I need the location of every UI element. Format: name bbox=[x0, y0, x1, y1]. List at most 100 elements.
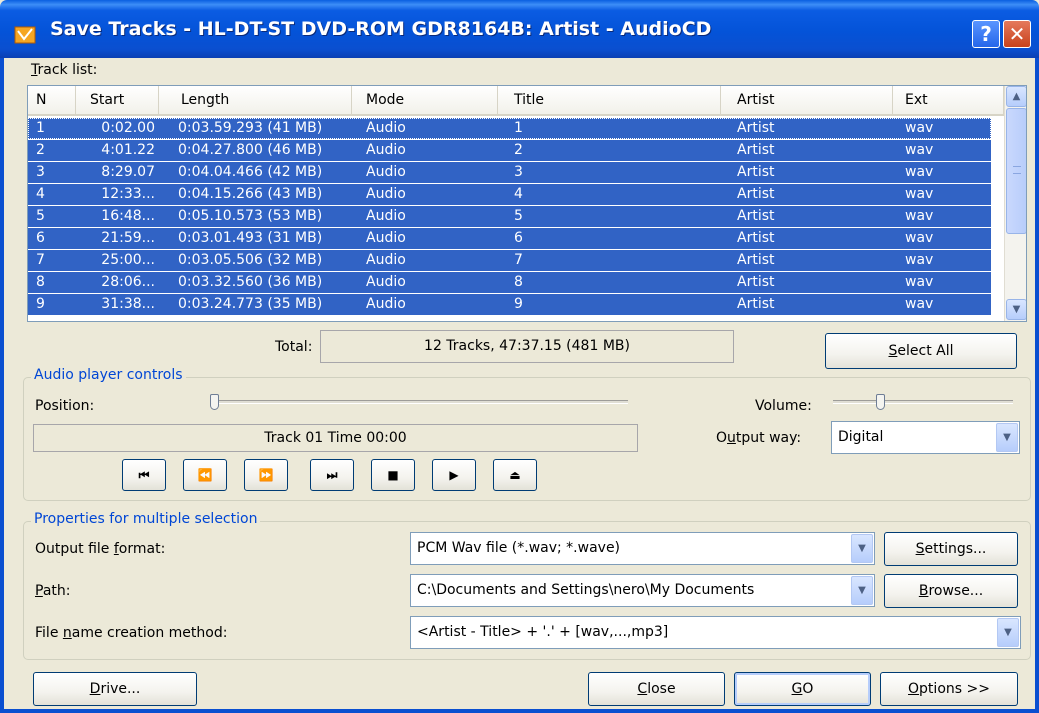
options-mnemonic: O bbox=[908, 681, 920, 697]
track-cell-start: 8:29.07 bbox=[101, 164, 155, 180]
output-way-label-a: O bbox=[716, 430, 728, 446]
path-value: C:\Documents and Settings\nero\My Docume… bbox=[417, 582, 755, 598]
track-cell-n: 5 bbox=[36, 208, 45, 224]
chevron-down-icon[interactable]: ▼ bbox=[996, 423, 1018, 452]
column-header-artist[interactable]: Artist bbox=[721, 86, 893, 114]
track-row[interactable]: 2 4:01.22 0:04.27.800 (46 MB) Audio 2 Artist w… bbox=[28, 140, 991, 161]
play-button[interactable]: ▶ bbox=[432, 459, 476, 491]
position-slider-thumb[interactable] bbox=[210, 394, 219, 410]
next-track-icon: ⏭ bbox=[326, 468, 338, 482]
volume-slider-track[interactable] bbox=[833, 400, 1013, 404]
column-header-title[interactable]: Title bbox=[498, 86, 721, 114]
settings-button[interactable]: Settings... bbox=[884, 532, 1018, 566]
track-row[interactable]: 9 31:38... 0:03.24.773 (35 MB) Audio 9 Artist… bbox=[28, 294, 991, 315]
column-header-length[interactable]: Length bbox=[159, 86, 352, 114]
track-list[interactable]: N Start Length Mode Title Artist Ext 1 0:… bbox=[27, 85, 1027, 322]
track-cell-ext: wav bbox=[905, 208, 934, 224]
track-cell-artist: Artist bbox=[737, 230, 775, 246]
track-cell-n: 7 bbox=[36, 252, 45, 268]
track-cell-title: 7 bbox=[514, 252, 523, 268]
play-icon: ▶ bbox=[449, 468, 459, 482]
close-label: lose bbox=[647, 681, 676, 697]
track-row[interactable]: 7 25:00... 0:03.05.506 (32 MB) Audio 7 Artist… bbox=[28, 250, 991, 271]
track-cell-length: 0:04.15.266 (43 MB) bbox=[178, 186, 323, 202]
filename-method-label-b: ame creation method: bbox=[71, 625, 228, 641]
track-list-scrollbar[interactable]: ▲ ▼ bbox=[1004, 86, 1026, 321]
track-cell-title: 2 bbox=[514, 142, 523, 158]
prev-track-button[interactable]: ⏮ bbox=[122, 459, 166, 491]
filename-method-select[interactable]: <Artist - Title> + '.' + [wav,...,mp3] ▼ bbox=[410, 616, 1021, 649]
track-cell-start: 28:06... bbox=[101, 274, 155, 290]
track-list-label-text: rack list: bbox=[37, 62, 98, 78]
audio-player-group-title: Audio player controls bbox=[31, 367, 186, 383]
track-cell-ext: wav bbox=[905, 164, 934, 180]
path-select[interactable]: C:\Documents and Settings\nero\My Docume… bbox=[410, 574, 875, 607]
track-cell-n: 2 bbox=[36, 142, 45, 158]
track-row[interactable]: 3 8:29.07 0:04.04.466 (42 MB) Audio 3 Artist w… bbox=[28, 162, 991, 183]
track-row[interactable]: 1 0:02.00 0:03.59.293 (41 MB) Audio 1 Artist w… bbox=[28, 118, 991, 139]
next-track-button[interactable]: ⏭ bbox=[310, 459, 354, 491]
track-cell-length: 0:05.10.573 (53 MB) bbox=[178, 208, 323, 224]
track-cell-artist: Artist bbox=[737, 252, 775, 268]
go-button[interactable]: GO bbox=[734, 672, 871, 706]
scroll-up-icon[interactable]: ▲ bbox=[1006, 86, 1026, 107]
track-cell-mode: Audio bbox=[366, 274, 406, 290]
track-cell-start: 0:02.00 bbox=[101, 120, 155, 136]
column-header-n[interactable]: N bbox=[28, 86, 76, 114]
drive-button[interactable]: Drive... bbox=[33, 672, 197, 706]
output-format-select[interactable]: PCM Wav file (*.wav; *.wave) ▼ bbox=[410, 532, 875, 565]
position-label: Position: bbox=[35, 398, 95, 414]
track-cell-artist: Artist bbox=[737, 208, 775, 224]
eject-button[interactable]: ⏏ bbox=[493, 459, 537, 491]
browse-button[interactable]: Browse... bbox=[884, 574, 1018, 608]
track-cell-ext: wav bbox=[905, 186, 934, 202]
chevron-down-icon[interactable]: ▼ bbox=[997, 618, 1019, 647]
track-row[interactable]: 6 21:59... 0:03.01.493 (31 MB) Audio 6 Artist… bbox=[28, 228, 991, 249]
volume-label: Volume: bbox=[755, 398, 812, 414]
select-all-button[interactable]: Select All bbox=[825, 333, 1017, 369]
chevron-down-icon[interactable]: ▼ bbox=[851, 534, 873, 563]
column-header-start[interactable]: Start bbox=[76, 86, 159, 114]
track-row[interactable]: 5 16:48... 0:05.10.573 (53 MB) Audio 5 Artist… bbox=[28, 206, 991, 227]
scroll-down-icon[interactable]: ▼ bbox=[1006, 299, 1026, 320]
track-list-header: N Start Length Mode Title Artist Ext bbox=[28, 86, 1004, 116]
window-title: Save Tracks - HL-DT-ST DVD-ROM GDR8164B:… bbox=[50, 18, 712, 40]
rewind-button[interactable]: ⏪ bbox=[183, 459, 227, 491]
track-cell-mode: Audio bbox=[366, 230, 406, 246]
track-cell-mode: Audio bbox=[366, 296, 406, 312]
track-cell-mode: Audio bbox=[366, 142, 406, 158]
close-button[interactable]: Close bbox=[588, 672, 725, 706]
filename-method-label: File name creation method: bbox=[35, 625, 227, 641]
track-cell-ext: wav bbox=[905, 142, 934, 158]
track-cell-ext: wav bbox=[905, 274, 934, 290]
total-value: 12 Tracks, 47:37.15 (481 MB) bbox=[320, 330, 734, 363]
options-button[interactable]: Options >> bbox=[880, 672, 1018, 706]
help-button[interactable]: ? bbox=[972, 20, 1000, 48]
properties-group-title: Properties for multiple selection bbox=[31, 511, 261, 527]
volume-slider-thumb[interactable] bbox=[876, 394, 885, 410]
track-cell-start: 16:48... bbox=[101, 208, 155, 224]
track-cell-ext: wav bbox=[905, 230, 934, 246]
filename-method-mnemonic: n bbox=[62, 625, 72, 641]
column-header-ext[interactable]: Ext bbox=[893, 86, 1004, 114]
track-cell-length: 0:03.59.293 (41 MB) bbox=[178, 120, 323, 136]
track-cell-length: 0:03.32.560 (36 MB) bbox=[178, 274, 323, 290]
scroll-thumb[interactable] bbox=[1006, 108, 1026, 234]
track-cell-artist: Artist bbox=[737, 186, 775, 202]
stop-icon: ■ bbox=[387, 468, 399, 482]
track-cell-n: 6 bbox=[36, 230, 45, 246]
chevron-down-icon[interactable]: ▼ bbox=[851, 576, 873, 605]
drive-mnemonic: D bbox=[89, 681, 101, 697]
track-cell-artist: Artist bbox=[737, 296, 775, 312]
track-cell-length: 0:04.27.800 (46 MB) bbox=[178, 142, 323, 158]
stop-button[interactable]: ■ bbox=[371, 459, 415, 491]
track-row[interactable]: 4 12:33... 0:04.15.266 (43 MB) Audio 4 Artist… bbox=[28, 184, 991, 205]
window-close-button[interactable]: ✕ bbox=[1003, 20, 1031, 48]
track-cell-title: 3 bbox=[514, 164, 523, 180]
output-way-label-b: tput way: bbox=[735, 430, 802, 446]
track-row[interactable]: 8 28:06... 0:03.32.560 (36 MB) Audio 8 Artist… bbox=[28, 272, 991, 293]
output-way-select[interactable]: Digital ▼ bbox=[831, 421, 1020, 454]
column-header-mode[interactable]: Mode bbox=[352, 86, 498, 114]
fast-forward-button[interactable]: ⏩ bbox=[244, 459, 288, 491]
position-slider-track[interactable] bbox=[212, 400, 628, 404]
